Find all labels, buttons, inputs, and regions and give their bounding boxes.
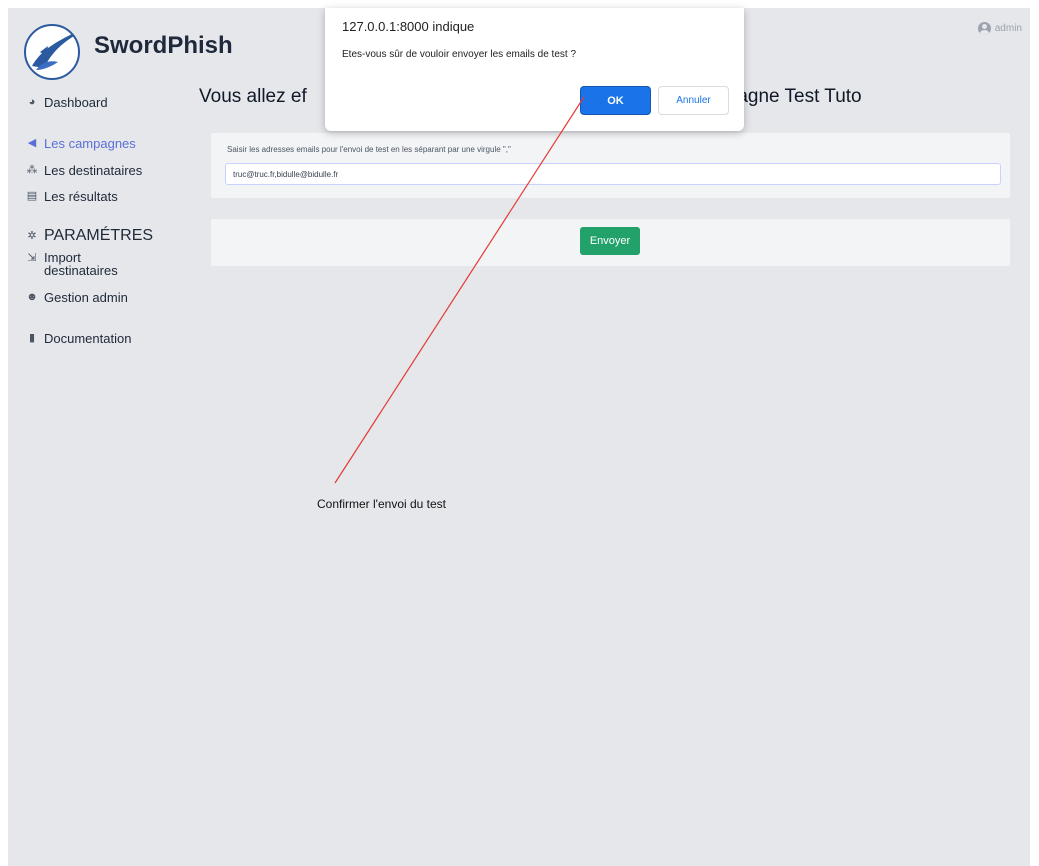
sidebar-heading-parametres: ✲ PARAMÉTRES xyxy=(25,227,153,246)
page-title-right: pagne Test Tuto xyxy=(726,86,862,107)
dialog-origin: 127.0.0.1:8000 indique xyxy=(342,19,475,34)
user-menu[interactable]: admin xyxy=(977,22,1022,35)
confirm-dialog: 127.0.0.1:8000 indique Etes-vous sûr de … xyxy=(325,8,744,131)
list-icon: ▤ xyxy=(26,190,38,202)
sidebar-item-import-destinataires[interactable]: ⇲ Import destinataires xyxy=(25,251,154,277)
file-icon: ▮ xyxy=(28,332,36,344)
annotation-text: Confirmer l'envoi du test xyxy=(317,497,447,511)
sidebar-item-campagnes[interactable]: ◀ Les campagnes xyxy=(25,136,136,151)
user-name: admin xyxy=(994,23,1022,34)
sidebar-item-label: Les résultats xyxy=(44,189,118,204)
brand-name[interactable]: SwordPhish xyxy=(94,32,233,60)
dialog-message: Etes-vous sûr de vouloir envoyer les ema… xyxy=(342,49,576,60)
sidebar-item-documentation[interactable]: ▮ Documentation xyxy=(25,331,131,346)
sidebar-item-label: Dashboard xyxy=(44,95,108,110)
sidebar-item-label: Les campagnes xyxy=(44,136,136,151)
user-gear-icon: ☻ xyxy=(26,291,38,303)
dialog-cancel-button[interactable]: Annuler xyxy=(658,86,729,115)
dialog-ok-button[interactable]: OK xyxy=(580,86,651,115)
sidebar-item-resultats[interactable]: ▤ Les résultats xyxy=(25,189,118,204)
send-panel: Envoyer xyxy=(211,219,1010,266)
test-email-form: Saisir les adresses emails pour l'envoi … xyxy=(211,133,1010,198)
sidebar-item-label: Documentation xyxy=(44,331,132,346)
page-title-left: Vous allez ef xyxy=(199,86,307,107)
sidebar-item-label: Import destinataires xyxy=(44,250,118,278)
email-input-label: Saisir les adresses emails pour l'envoi … xyxy=(227,145,511,154)
user-circle-icon xyxy=(977,22,991,35)
send-button[interactable]: Envoyer xyxy=(580,227,640,255)
paper-plane-icon: ◀ xyxy=(27,137,37,149)
users-icon: ⁂ xyxy=(26,164,38,176)
sidebar-item-gestion-admin[interactable]: ☻ Gestion admin xyxy=(25,290,128,305)
sidebar-item-label: Gestion admin xyxy=(44,290,128,305)
sidebar-heading-label: PARAMÉTRES xyxy=(44,227,154,244)
test-emails-input[interactable] xyxy=(225,163,1001,185)
gear-icon: ✲ xyxy=(27,230,37,242)
file-import-icon: ⇲ xyxy=(27,252,37,264)
sidebar-item-dashboard[interactable]: ◕ Dashboard xyxy=(25,95,108,110)
sidebar-item-destinataires[interactable]: ⁂ Les destinataires xyxy=(25,163,143,178)
app-window: SwordPhish ◕ Dashboard ◀ Les campagnes ⁂… xyxy=(8,8,1030,866)
sidebar-item-label: Les destinataires xyxy=(44,163,143,178)
palette-icon: ◕ xyxy=(28,96,36,108)
swordfish-logo-icon[interactable] xyxy=(22,22,82,82)
